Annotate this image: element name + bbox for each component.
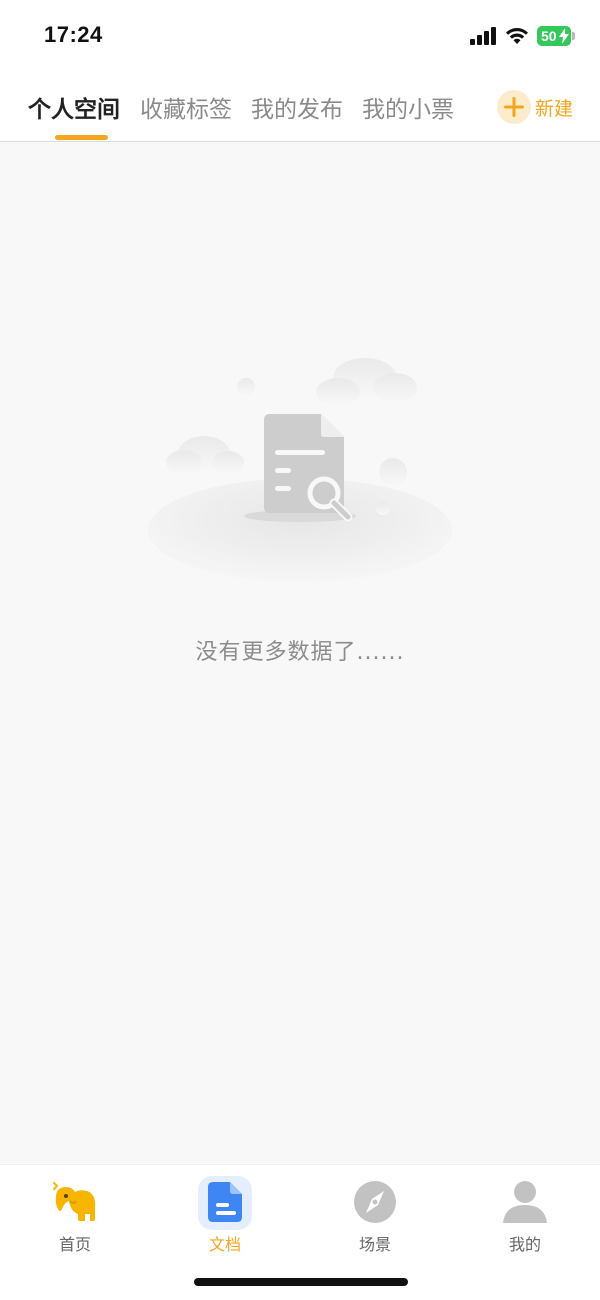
battery-indicator: 50 [537, 26, 575, 46]
wifi-icon [506, 28, 528, 44]
home-indicator[interactable] [194, 1278, 408, 1286]
document-search-icon [148, 358, 452, 582]
nav-label-documents: 文档 [208, 1235, 241, 1254]
elephant-icon [53, 1182, 96, 1221]
new-button[interactable]: 新建 [497, 90, 573, 124]
nav-label-home: 首页 [58, 1235, 91, 1254]
nav-documents[interactable]: 文档 [175, 1173, 275, 1254]
tab-personal-space[interactable]: 个人空间 [28, 90, 120, 124]
tab-bar: 个人空间 收藏标签 我的发布 我的小票 新建 [0, 74, 600, 142]
compass-icon [354, 1181, 396, 1223]
nav-label-scenes: 场景 [358, 1235, 391, 1254]
new-circle [497, 90, 531, 124]
nav-home[interactable]: 首页 [25, 1173, 125, 1254]
tab-my-receipts[interactable]: 我的小票 [362, 90, 454, 124]
user-icon [503, 1181, 547, 1223]
nav-scenes[interactable]: 场景 [325, 1173, 425, 1254]
tab-my-posts[interactable]: 我的发布 [251, 90, 343, 124]
empty-state-message: 没有更多数据了...... [195, 640, 405, 665]
status-bar: 17:24 50 [0, 0, 600, 74]
document-icon [208, 1182, 242, 1222]
battery-cap [572, 32, 575, 40]
new-button-label: 新建 [535, 97, 574, 120]
active-tab-indicator [55, 135, 108, 140]
screen: 17:24 50 个人空间 收藏标签 我的发布 我的小票 新建 没有更多数据了.… [0, 0, 600, 1300]
cellular-signal-icon [470, 27, 496, 45]
plus-icon [504, 97, 524, 117]
nav-profile[interactable]: 我的 [475, 1173, 575, 1254]
charging-bolt-icon [559, 28, 569, 44]
tab-favorites[interactable]: 收藏标签 [140, 90, 232, 124]
nav-label-profile: 我的 [508, 1235, 541, 1254]
status-time: 17:24 [44, 22, 103, 47]
